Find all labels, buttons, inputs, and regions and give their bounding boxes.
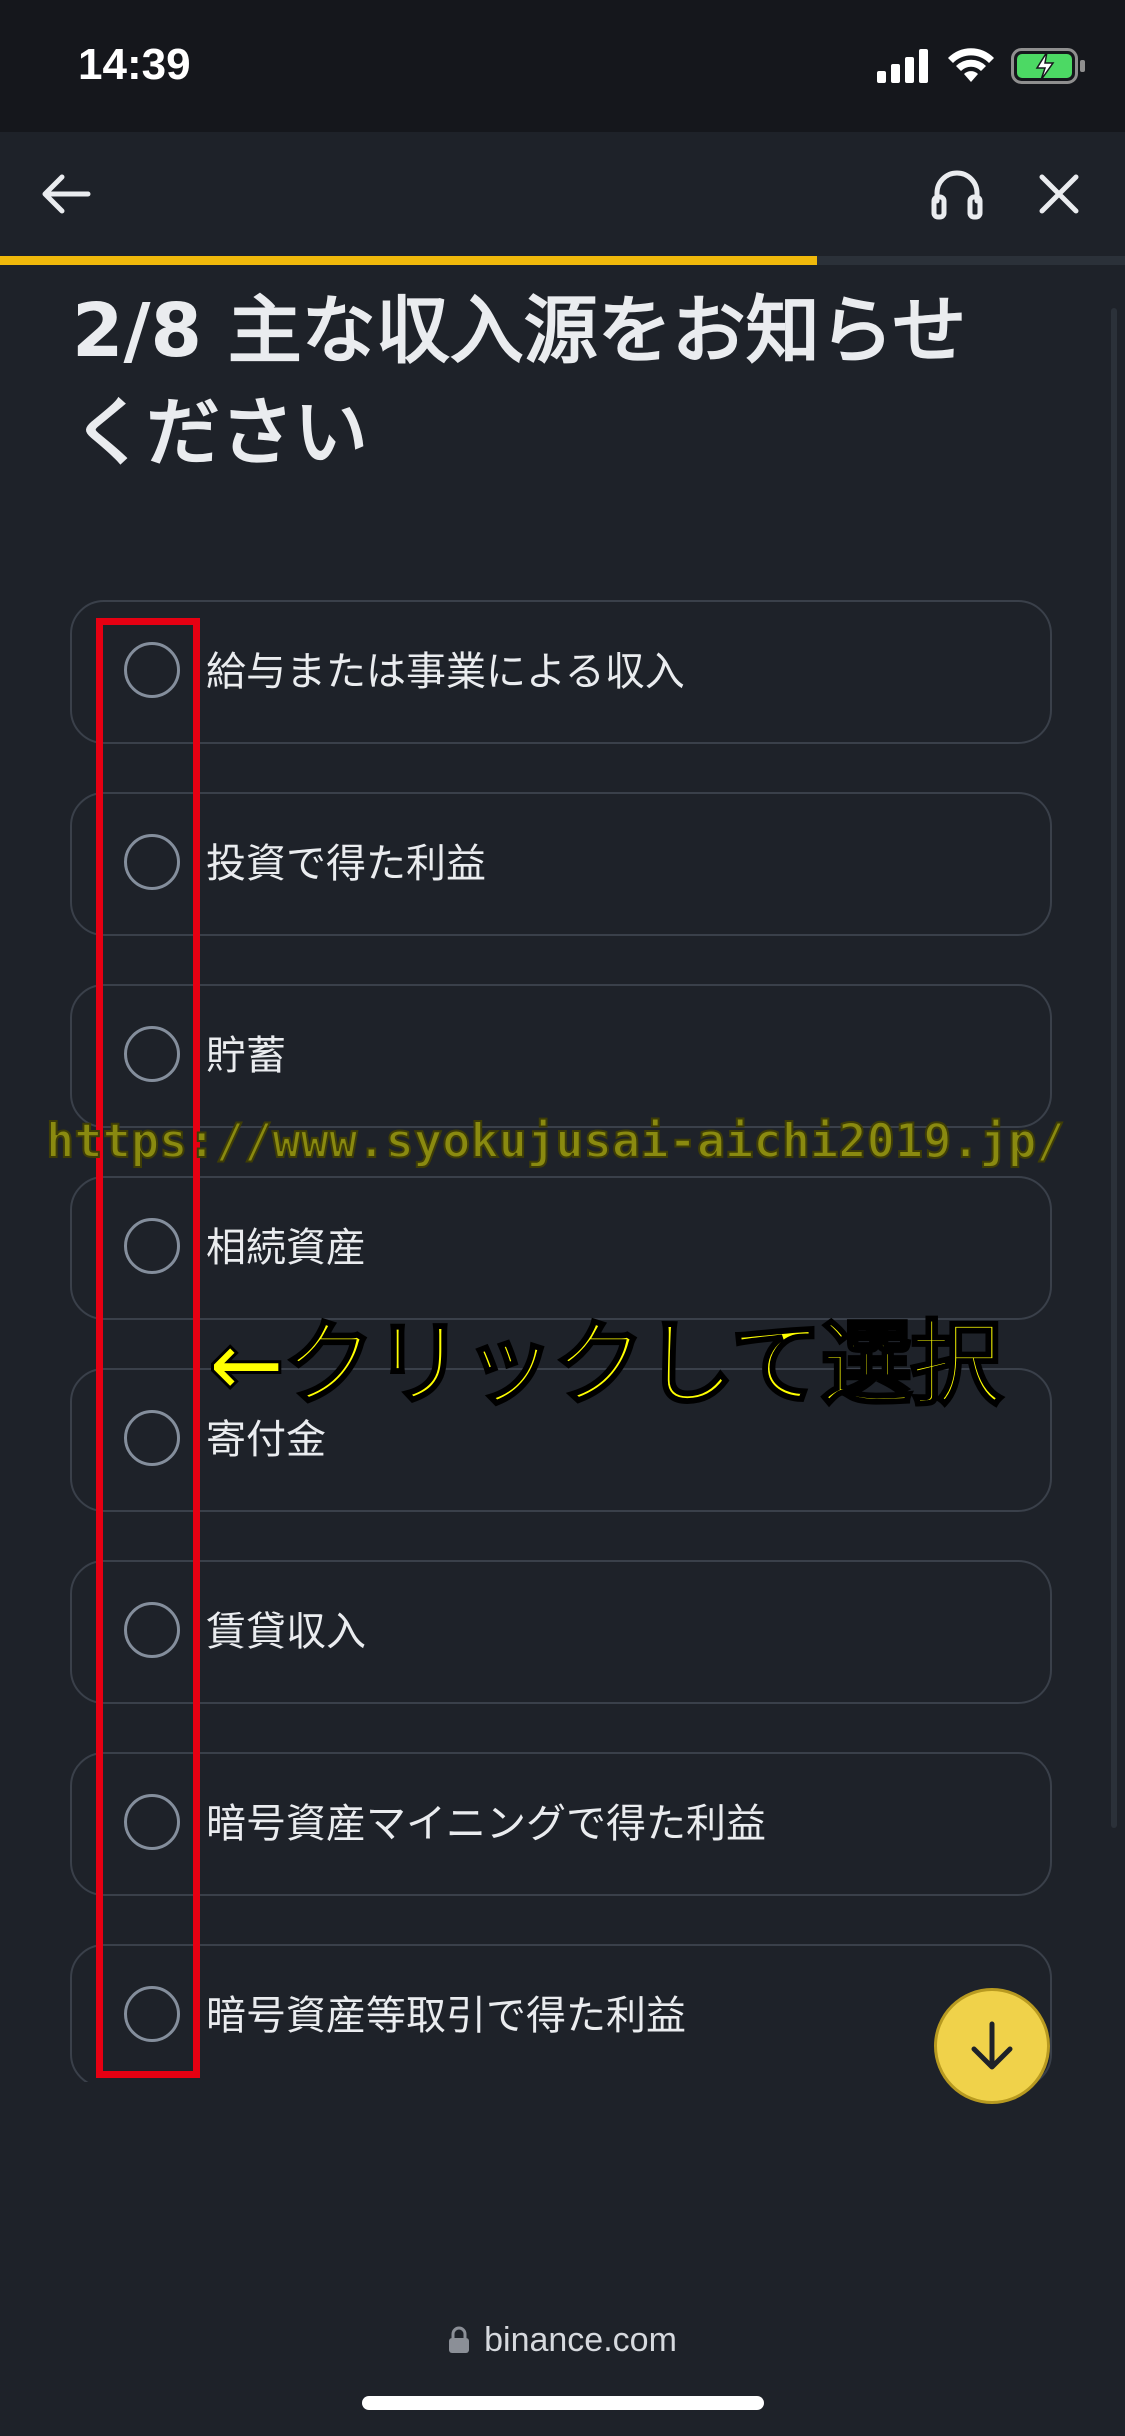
home-indicator[interactable]	[362, 2396, 764, 2410]
option-trading[interactable]: 暗号資産等取引で得た利益	[70, 1944, 1052, 2082]
status-icons	[877, 46, 1087, 90]
option-rental[interactable]: 賃貸収入	[70, 1560, 1052, 1704]
option-label: 暗号資産マイニングで得た利益	[206, 1801, 766, 1847]
status-bar: 14:39	[0, 0, 1125, 132]
status-time: 14:39	[78, 40, 191, 89]
option-label: 投資で得た利益	[206, 841, 486, 887]
signal-icon	[877, 49, 931, 87]
option-savings[interactable]: 貯蓄	[70, 984, 1052, 1128]
option-investment[interactable]: 投資で得た利益	[70, 792, 1052, 936]
browser-url-bar[interactable]: binance.com	[0, 2300, 1125, 2380]
wifi-icon	[947, 48, 995, 88]
options-list: 給与または事業による収入 投資で得た利益 貯蓄 相続資産 寄付金 賃貸収入 暗号…	[70, 600, 1056, 2082]
radio-button[interactable]	[124, 834, 180, 890]
close-icon	[1039, 174, 1079, 214]
page-title: 2/8 主な収入源をお知らせください	[72, 288, 967, 476]
nav-bar	[0, 132, 1125, 256]
radio-button[interactable]	[124, 1794, 180, 1850]
scrollbar[interactable]	[1111, 308, 1117, 1828]
option-salary[interactable]: 給与または事業による収入	[70, 600, 1052, 744]
radio-button[interactable]	[124, 1026, 180, 1082]
url-text: binance.com	[484, 2320, 677, 2359]
option-label: 寄付金	[206, 1417, 326, 1463]
progress-fill	[0, 256, 817, 265]
arrow-down-icon	[971, 2021, 1013, 2070]
option-label: 暗号資産等取引で得た利益	[206, 1993, 686, 2039]
radio-button[interactable]	[124, 642, 180, 698]
option-inheritance[interactable]: 相続資産	[70, 1176, 1052, 1320]
support-button[interactable]	[925, 162, 989, 226]
radio-button[interactable]	[124, 1218, 180, 1274]
radio-button[interactable]	[124, 1602, 180, 1658]
option-donation[interactable]: 寄付金	[70, 1368, 1052, 1512]
option-label: 相続資産	[206, 1225, 366, 1271]
radio-button[interactable]	[124, 1986, 180, 2042]
back-arrow-icon	[42, 174, 91, 214]
option-label: 貯蓄	[206, 1033, 286, 1079]
progress-bar	[0, 256, 1125, 265]
radio-button[interactable]	[124, 1410, 180, 1466]
headset-icon	[931, 170, 983, 220]
scroll-down-button[interactable]	[934, 1988, 1050, 2104]
app-screen: 14:39 2/8 主な収入源をお知らせください 給与または事業による収入 投資…	[0, 0, 1125, 2436]
battery-charging-icon	[1011, 48, 1087, 88]
back-button[interactable]	[36, 164, 96, 224]
lock-icon	[449, 2326, 470, 2353]
close-button[interactable]	[1029, 164, 1089, 224]
option-label: 給与または事業による収入	[206, 649, 685, 695]
option-label: 賃貸収入	[206, 1609, 366, 1655]
option-mining[interactable]: 暗号資産マイニングで得た利益	[70, 1752, 1052, 1896]
